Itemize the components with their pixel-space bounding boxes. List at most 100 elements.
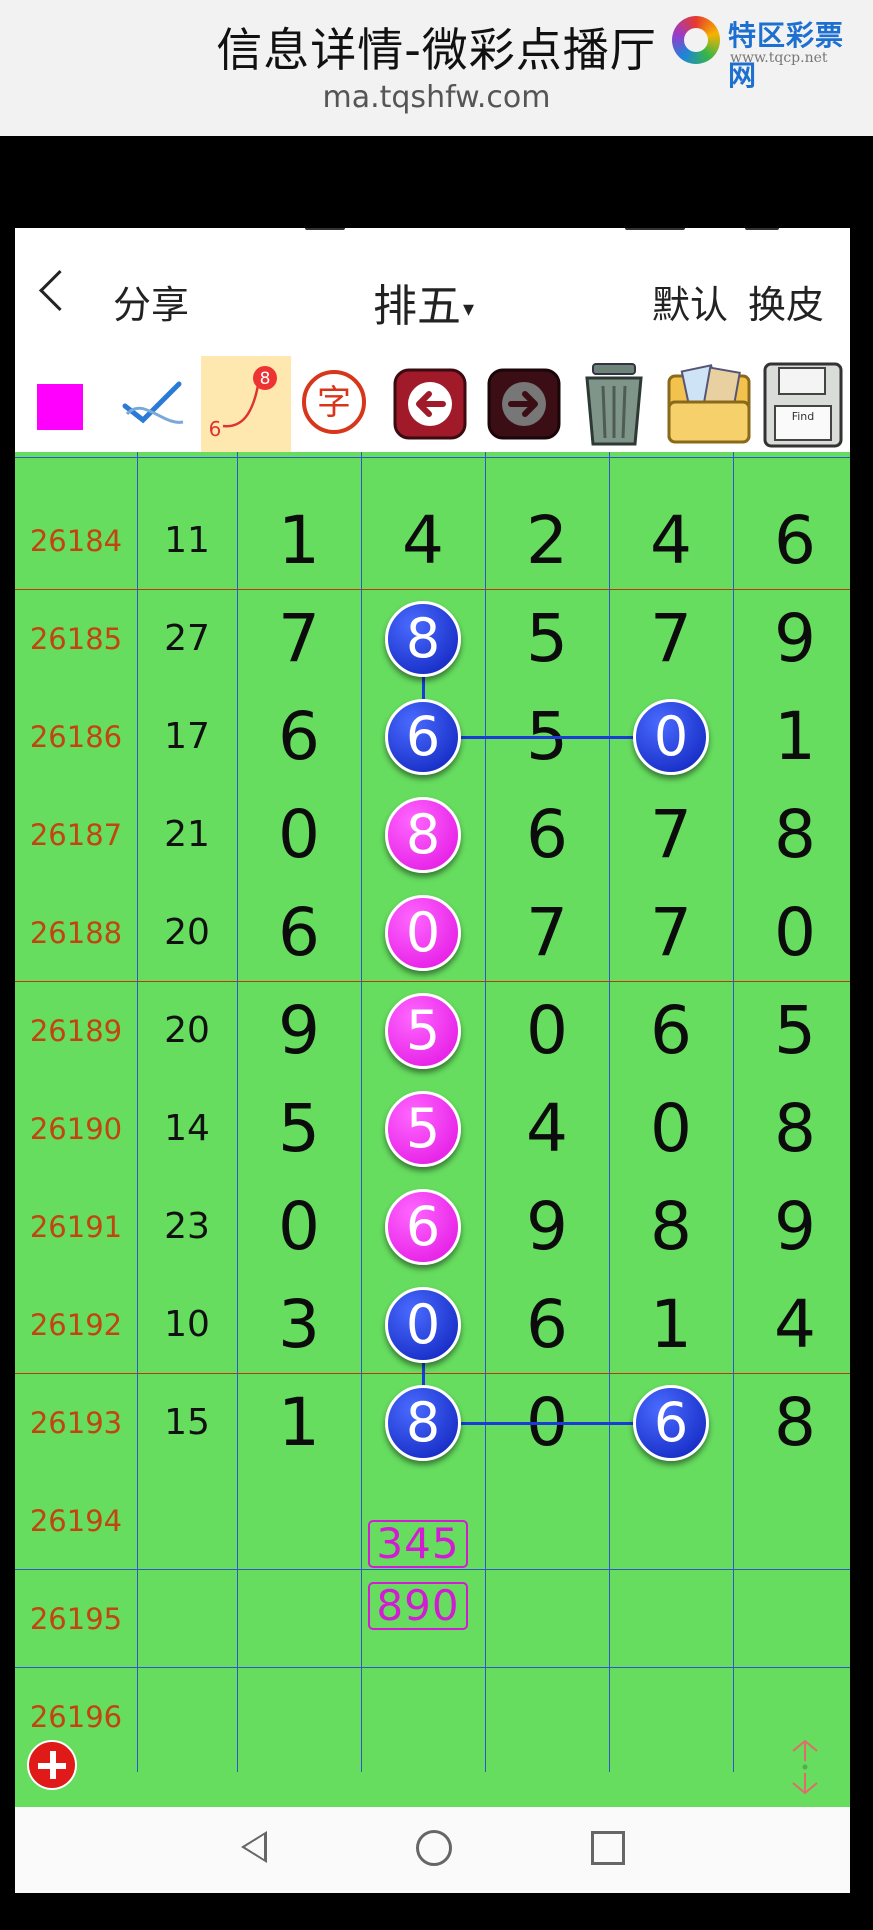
issue-number: 26189	[29, 1014, 123, 1048]
digit-cell[interactable]: 6	[609, 982, 733, 1080]
digit-cell[interactable]: 9	[237, 982, 361, 1080]
digit-cell[interactable]: 6	[237, 688, 361, 786]
pink-marked-ball[interactable]: 8	[385, 797, 461, 873]
number-link-button[interactable]: 8 6	[201, 356, 291, 452]
trend-grid[interactable]: 2618411142462618527785792618617665012618…	[15, 452, 850, 1807]
digit-cell[interactable]	[237, 1472, 361, 1570]
digit-cell[interactable]: 3	[237, 1276, 361, 1374]
blue-marked-ball[interactable]: 6	[633, 1385, 709, 1461]
sum-value	[137, 1668, 237, 1766]
digit-cell[interactable]: 6	[485, 786, 609, 884]
digit-cell[interactable]: 9	[733, 1178, 850, 1276]
grid-divider	[15, 457, 850, 458]
digit-cell[interactable]: 7	[485, 884, 609, 982]
nav-back-icon[interactable]	[241, 1831, 267, 1863]
prediction-box[interactable]: 890	[368, 1582, 468, 1630]
redo-button[interactable]	[485, 356, 563, 452]
digit-cell[interactable]: 1	[733, 688, 850, 786]
pink-marked-ball[interactable]: 0	[385, 895, 461, 971]
sum-value: 20	[164, 912, 210, 953]
digit-cell[interactable]: 4	[361, 492, 485, 590]
text-tool-button[interactable]: 字	[295, 356, 373, 452]
digit-cell[interactable]	[361, 1668, 485, 1766]
digit-cell[interactable]	[609, 1472, 733, 1570]
digit-cell[interactable]: 6	[733, 492, 850, 590]
digit-cell[interactable]: 0	[237, 786, 361, 884]
link-digit-top: 8	[260, 369, 271, 389]
share-button[interactable]: 分享	[113, 274, 189, 329]
back-chevron-icon[interactable]	[38, 269, 81, 312]
open-button[interactable]	[663, 356, 755, 452]
digit-cell[interactable]: 8	[733, 1374, 850, 1472]
digit-cell[interactable]: 1	[609, 1276, 733, 1374]
digit-cell[interactable]: 5	[485, 590, 609, 688]
digit-cell[interactable]	[609, 1570, 733, 1668]
tool-bar: 8 6 字 Find	[15, 356, 850, 452]
save-button[interactable]: Find	[759, 356, 847, 452]
folder-icon	[667, 364, 751, 444]
digit-cell[interactable]: 7	[609, 884, 733, 982]
game-selector[interactable]: 排五▾	[373, 270, 474, 334]
blue-marked-ball[interactable]: 0	[633, 699, 709, 775]
save-disk-label: Find	[792, 410, 815, 423]
issue-number: 26188	[29, 916, 123, 950]
add-plus-button[interactable]	[27, 1740, 77, 1790]
digit-cell[interactable]	[485, 1570, 609, 1668]
sum-value: 21	[164, 814, 210, 855]
issue-number: 26184	[29, 524, 123, 558]
digit-cell[interactable]: 8	[609, 1178, 733, 1276]
digit-cell[interactable]: 4	[733, 1276, 850, 1374]
sum-value	[137, 1472, 237, 1570]
prediction-box[interactable]: 345	[368, 1520, 468, 1568]
change-skin-button[interactable]: 换皮	[748, 274, 824, 329]
digit-cell[interactable]: 6	[237, 884, 361, 982]
pink-marked-ball[interactable]: 5	[385, 993, 461, 1069]
digit-cell[interactable]	[733, 1472, 850, 1570]
digit-cell[interactable]: 6	[485, 1276, 609, 1374]
digit-cell[interactable]: 7	[609, 590, 733, 688]
blue-marked-ball[interactable]: 8	[385, 1385, 461, 1461]
blue-marked-ball[interactable]: 6	[385, 699, 461, 775]
issue-number: 26185	[29, 622, 123, 656]
issue-number: 26191	[29, 1210, 123, 1244]
digit-cell[interactable]	[237, 1668, 361, 1766]
digit-cell[interactable]: 4	[485, 1080, 609, 1178]
digit-cell[interactable]	[485, 1472, 609, 1570]
digit-cell[interactable]: 1	[237, 1374, 361, 1472]
nav-recents-icon[interactable]	[591, 1831, 625, 1865]
pink-marked-ball[interactable]: 5	[385, 1091, 461, 1167]
digit-cell[interactable]: 0	[485, 982, 609, 1080]
digit-cell[interactable]	[733, 1570, 850, 1668]
digit-cell[interactable]: 2	[485, 492, 609, 590]
digit-cell[interactable]	[485, 1668, 609, 1766]
digit-cell[interactable]: 1	[237, 492, 361, 590]
undo-arrow-icon	[393, 368, 467, 440]
blue-marked-ball[interactable]: 8	[385, 601, 461, 677]
blue-marked-ball[interactable]: 0	[385, 1287, 461, 1363]
digit-cell[interactable]	[609, 1668, 733, 1766]
digit-cell[interactable]	[237, 1570, 361, 1668]
scroll-updown-icon[interactable]	[785, 1737, 825, 1797]
digit-cell[interactable]: 0	[237, 1178, 361, 1276]
link-digit-bottom: 6	[209, 417, 222, 441]
nav-home-icon[interactable]	[416, 1830, 452, 1866]
digit-cell[interactable]: 4	[609, 492, 733, 590]
sum-value: 23	[164, 1206, 210, 1247]
digit-cell[interactable]: 8	[733, 1080, 850, 1178]
digit-cell[interactable]: 0	[733, 884, 850, 982]
issue-number: 26190	[29, 1112, 123, 1146]
clear-button[interactable]	[575, 356, 653, 452]
sum-value: 14	[164, 1108, 210, 1149]
digit-cell[interactable]: 8	[733, 786, 850, 884]
digit-cell[interactable]: 5	[237, 1080, 361, 1178]
digit-cell[interactable]: 5	[733, 982, 850, 1080]
digit-cell[interactable]: 9	[485, 1178, 609, 1276]
digit-cell[interactable]: 7	[609, 786, 733, 884]
digit-cell[interactable]: 0	[609, 1080, 733, 1178]
digit-cell[interactable]: 9	[733, 590, 850, 688]
trash-icon	[585, 363, 643, 446]
digit-cell[interactable]: 7	[237, 590, 361, 688]
undo-button[interactable]	[391, 356, 469, 452]
default-button[interactable]: 默认	[652, 274, 728, 329]
pink-marked-ball[interactable]: 6	[385, 1189, 461, 1265]
